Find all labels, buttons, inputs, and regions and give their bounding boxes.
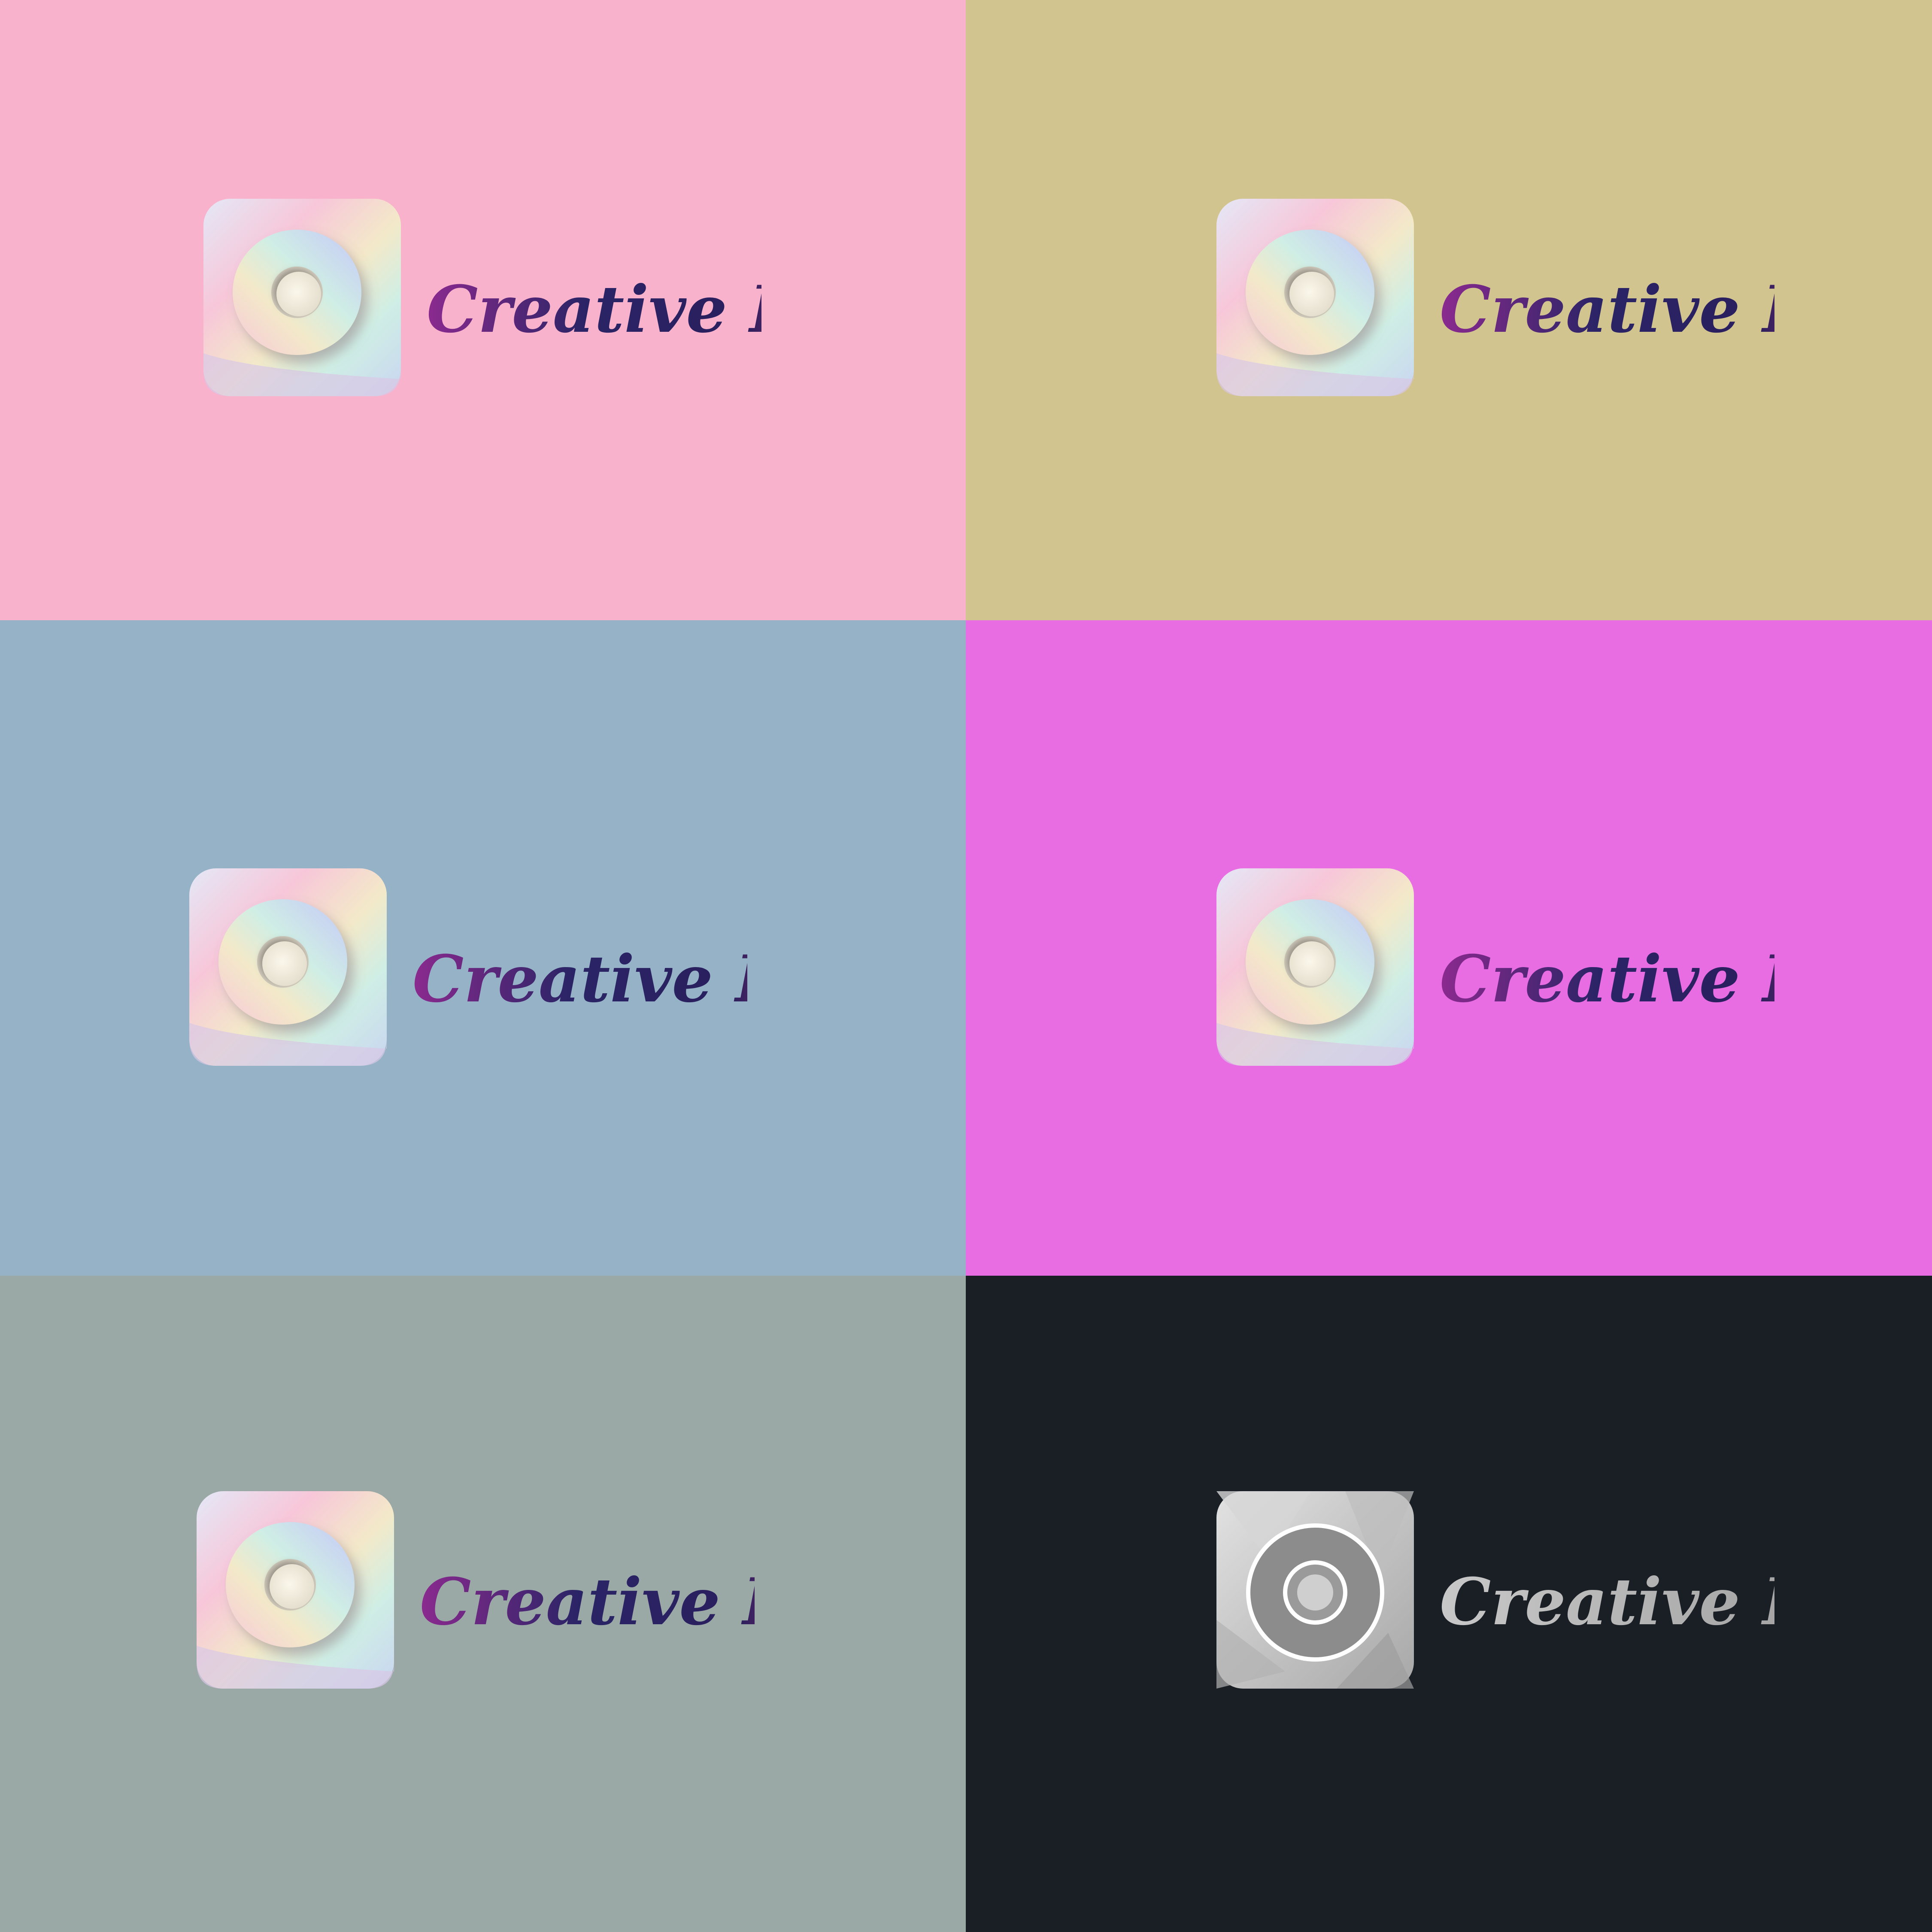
panel-blue: Creative Lab [0, 620, 966, 1276]
panel-khaki: Creative Lab [966, 0, 1932, 620]
panel-dark: Creative Lab [966, 1276, 1932, 1932]
brand-name-text: Creative Lab [420, 1564, 755, 1640]
panel-magenta: Creative Lab [966, 620, 1932, 1276]
brand-name-text: Creative Lab [427, 272, 761, 347]
logo-presentation-board: Creative Lab [0, 0, 1932, 1932]
panel-pink: Creative Lab [0, 0, 966, 620]
brand-name-text: Creative Lab [1440, 941, 1774, 1017]
logo-wordmark: Creative Lab [1216, 199, 1774, 396]
brand-name-text: Creative Lab [412, 941, 747, 1017]
logo-wordmark: Creative Lab [197, 1491, 755, 1689]
logo-wordmark: Creative Lab [1216, 868, 1774, 1066]
brand-name-text: Creative Lab [1440, 272, 1774, 347]
panel-gray-green: Creative Lab [0, 1276, 966, 1932]
brand-name-text: Creative Lab [1440, 1564, 1774, 1640]
logo-wordmark: Creative Lab [189, 868, 747, 1066]
logo-wordmark: Creative Lab [203, 199, 761, 396]
logo-wordmark: Creative Lab [1216, 1491, 1774, 1689]
